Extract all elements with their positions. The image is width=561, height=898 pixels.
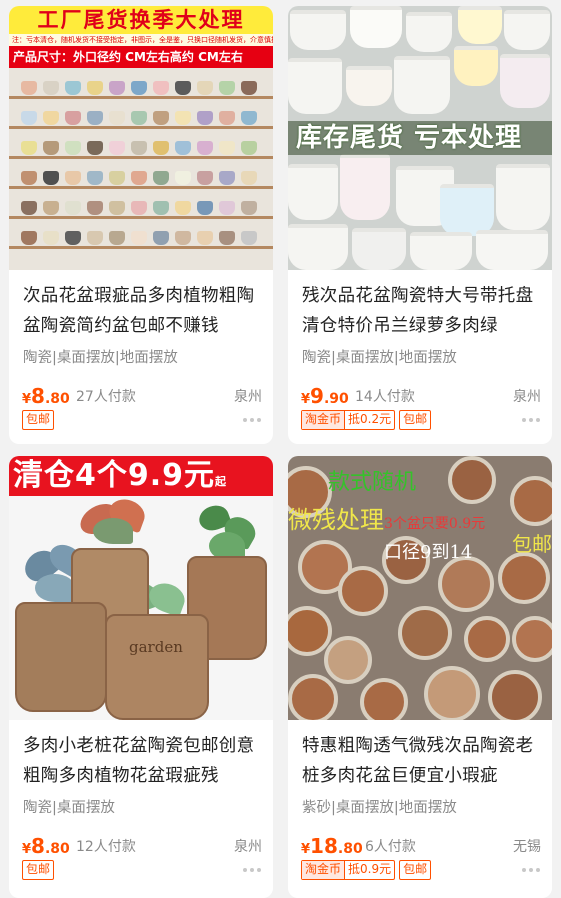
location: 泉州 bbox=[513, 389, 541, 405]
sold-count: 14人付款 bbox=[355, 389, 415, 405]
product-image[interactable]: 款式随机 微残处理3个盆只要0.9元 口径9到14 包邮 bbox=[288, 456, 552, 720]
coin-discount-badge: 淘金币 抵0.9元 bbox=[301, 860, 396, 880]
price: ¥8.80 bbox=[22, 834, 70, 858]
product-card[interactable]: 清仓4个9.9元起 garden 多肉小老桩花盆陶瓷包邮创意粗陶多肉植物花盆瑕疵… bbox=[9, 456, 273, 898]
location: 泉州 bbox=[234, 389, 262, 405]
badge-row: 淘金币 抵0.9元 包邮 bbox=[301, 860, 432, 880]
product-card[interactable]: 库存尾货 亏本处理 残次品花盆陶瓷特大号带托盘清仓特价吊兰绿萝多肉绿 陶瓷|桌面… bbox=[288, 6, 552, 444]
location: 无锡 bbox=[513, 839, 541, 855]
product-title[interactable]: 多肉小老桩花盆陶瓷包邮创意粗陶多肉植物花盆瑕疵残 bbox=[23, 731, 265, 791]
free-shipping-badge: 包邮 bbox=[22, 410, 55, 430]
free-shipping-badge: 包邮 bbox=[399, 410, 432, 430]
price: ¥9.90 bbox=[301, 384, 349, 408]
price: ¥18.80 bbox=[301, 834, 363, 858]
image-ribbon: 库存尾货 亏本处理 bbox=[288, 121, 552, 155]
price-row: ¥8.80 12人付款 泉州 bbox=[22, 832, 262, 858]
badge-row: 包邮 bbox=[22, 410, 55, 430]
image-banner: 清仓4个9.9元起 bbox=[9, 456, 273, 496]
free-shipping-badge: 包邮 bbox=[399, 860, 432, 880]
product-card[interactable]: 款式随机 微残处理3个盆只要0.9元 口径9到14 包邮 特惠粗陶透气微残次品陶… bbox=[288, 456, 552, 898]
location: 泉州 bbox=[234, 839, 262, 855]
product-title[interactable]: 次品花盆瑕疵品多肉植物粗陶盆陶瓷简约盆包邮不赚钱 bbox=[23, 281, 265, 341]
image-text-line2: 微残处理3个盆只要0.9元 bbox=[288, 506, 486, 534]
image-size-text: 产品尺寸：外口径约 CM左右高约 CM左右 bbox=[9, 46, 273, 68]
pot-text: garden bbox=[129, 638, 183, 656]
sold-count: 6人付款 bbox=[365, 839, 416, 855]
price: ¥8.80 bbox=[22, 384, 70, 408]
free-shipping-badge: 包邮 bbox=[22, 860, 55, 880]
badge-row: 包邮 bbox=[22, 860, 55, 880]
product-card[interactable]: 工厂尾货换季大处理 注：亏本清仓，随机发货不接受指定，非图示，全是鉴，只换口径随… bbox=[9, 6, 273, 444]
price-row: ¥18.80 6人付款 无锡 bbox=[301, 832, 541, 858]
product-title[interactable]: 特惠粗陶透气微残次品陶瓷老桩多肉花盆巨便宜小瑕疵 bbox=[302, 731, 544, 791]
image-subtext: 注：亏本清仓，随机发货不接受指定，非图示，全是鉴，只换口径随机发货，介意慎拍！ bbox=[9, 34, 273, 46]
image-text-line3: 口径9到14 bbox=[384, 542, 473, 563]
product-image[interactable]: 工厂尾货换季大处理 注：亏本清仓，随机发货不接受指定，非图示，全是鉴，只换口径随… bbox=[9, 6, 273, 270]
coin-discount-badge: 淘金币 抵0.2元 bbox=[301, 410, 396, 430]
price-row: ¥8.80 27人付款 泉州 bbox=[22, 382, 262, 408]
image-banner: 工厂尾货换季大处理 bbox=[9, 6, 273, 34]
more-options-icon[interactable] bbox=[243, 418, 261, 422]
shelf-photo bbox=[9, 68, 273, 270]
more-options-icon[interactable] bbox=[522, 868, 540, 872]
product-tags: 陶瓷|桌面摆放 bbox=[23, 800, 115, 816]
image-text-line4: 包邮 bbox=[512, 532, 552, 556]
product-tags: 陶瓷|桌面摆放|地面摆放 bbox=[302, 350, 457, 366]
more-options-icon[interactable] bbox=[522, 418, 540, 422]
product-image[interactable]: 库存尾货 亏本处理 bbox=[288, 6, 552, 270]
product-tags: 紫砂|桌面摆放|地面摆放 bbox=[302, 800, 457, 816]
sold-count: 12人付款 bbox=[76, 839, 136, 855]
sold-count: 27人付款 bbox=[76, 389, 136, 405]
badge-row: 淘金币 抵0.2元 包邮 bbox=[301, 410, 432, 430]
product-title[interactable]: 残次品花盆陶瓷特大号带托盘清仓特价吊兰绿萝多肉绿 bbox=[302, 281, 544, 341]
product-image[interactable]: 清仓4个9.9元起 garden bbox=[9, 456, 273, 720]
price-row: ¥9.90 14人付款 泉州 bbox=[301, 382, 541, 408]
product-tags: 陶瓷|桌面摆放|地面摆放 bbox=[23, 350, 178, 366]
image-text-line1: 款式随机 bbox=[328, 470, 417, 495]
more-options-icon[interactable] bbox=[243, 868, 261, 872]
